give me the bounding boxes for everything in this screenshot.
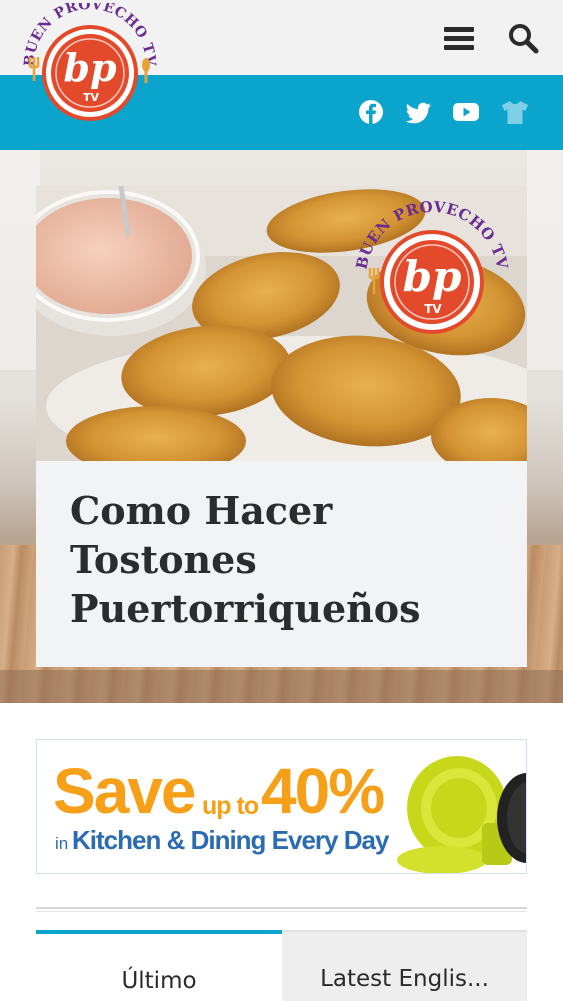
site-logo[interactable]: BUEN PROVECHO TV bp TV bbox=[20, 3, 160, 131]
watermark-mark: bp bbox=[403, 252, 462, 301]
featured-image[interactable]: BUEN PROVECHO TV bp TV bbox=[36, 186, 527, 462]
section-divider-thin bbox=[36, 911, 527, 912]
tshirt-icon[interactable] bbox=[501, 98, 529, 126]
logo-sub: TV bbox=[83, 91, 100, 104]
tab-latest-english-label: Latest Englis... bbox=[320, 966, 489, 992]
article-title[interactable]: Como Hacer Tostones Puertorriqueños bbox=[70, 486, 510, 633]
ad-banner[interactable]: Save up to 40% in Kitchen & Dining Every… bbox=[36, 739, 527, 874]
search-icon[interactable] bbox=[507, 22, 539, 54]
section-divider bbox=[36, 907, 527, 909]
facebook-icon[interactable] bbox=[357, 98, 385, 126]
ad-in-text: in bbox=[55, 834, 69, 853]
tab-latest-english[interactable]: Latest Englis... bbox=[282, 930, 527, 1001]
tab-latest[interactable]: Último bbox=[36, 930, 282, 1001]
hamburger-menu-icon[interactable] bbox=[442, 24, 476, 52]
watermark-sub: TV bbox=[424, 302, 442, 316]
logo-mark: bp bbox=[63, 45, 117, 90]
ad-save-text: Save bbox=[53, 755, 196, 827]
twitter-icon[interactable] bbox=[405, 98, 433, 126]
ad-tagline: Kitchen & Dining Every Day bbox=[72, 825, 389, 855]
tab-latest-label: Último bbox=[121, 968, 197, 994]
ad-percent-text: 40% bbox=[261, 755, 385, 827]
dishes-image bbox=[397, 756, 526, 873]
ad-upto-text: up to bbox=[202, 792, 259, 820]
youtube-icon[interactable] bbox=[452, 98, 480, 126]
